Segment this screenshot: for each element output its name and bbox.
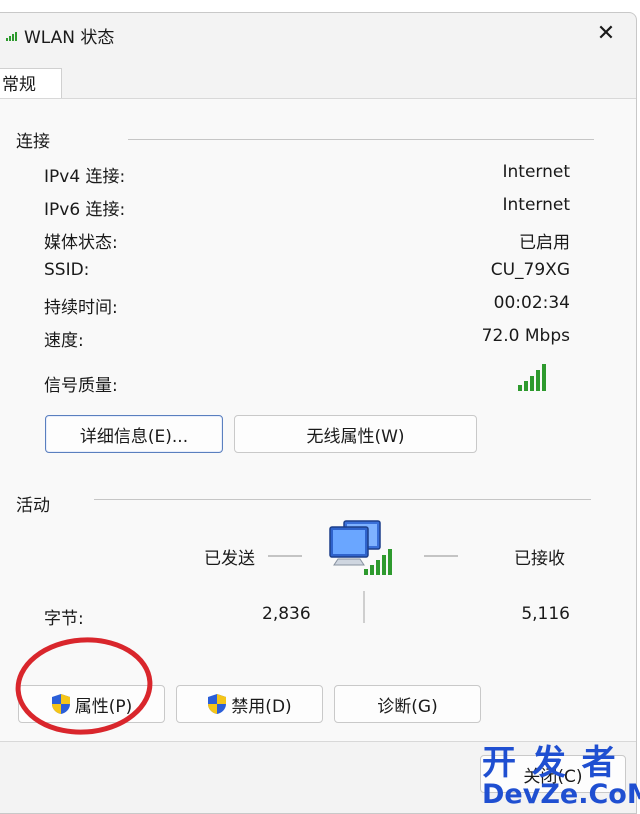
close-button-label: 关闭(C) (523, 766, 583, 787)
diagnose-button[interactable]: 诊断(G) (334, 685, 481, 723)
close-icon[interactable]: ✕ (584, 19, 628, 51)
disable-button-label: 禁用(D) (231, 696, 292, 717)
group-label-activity: 活动 (16, 496, 50, 516)
ipv4-value: Internet (502, 162, 570, 182)
signal-quality-label: 信号质量: (44, 376, 118, 396)
close-button[interactable]: 关闭(C) (480, 755, 626, 793)
properties-button[interactable]: 属性(P) (18, 685, 165, 723)
uac-shield-icon (51, 694, 70, 714)
received-label: 已接收 (514, 549, 565, 569)
details-button[interactable]: 详细信息(E)... (45, 415, 223, 453)
signal-bars-icon (518, 364, 546, 391)
speed-label: 速度: (44, 331, 84, 351)
network-computers-icon (329, 520, 392, 575)
sent-dash (268, 555, 302, 557)
tab-general[interactable]: 常规 (0, 68, 62, 100)
diagnose-button-label: 诊断(G) (377, 696, 438, 717)
ssid-value: CU_79XG (490, 260, 570, 280)
bytes-received-value: 5,116 (521, 604, 570, 624)
wifi-signal-icon (6, 32, 17, 41)
duration-value: 00:02:34 (493, 293, 570, 313)
uac-shield-icon (208, 694, 227, 714)
media-state-value: 已启用 (519, 233, 570, 253)
ssid-label: SSID: (44, 260, 90, 280)
sent-label: 已发送 (204, 549, 255, 569)
media-state-label: 媒体状态: (44, 233, 118, 253)
group-divider (94, 499, 591, 500)
group-label-connection: 连接 (16, 132, 50, 152)
received-dash (424, 555, 458, 557)
properties-button-label: 属性(P) (74, 696, 133, 717)
details-button-label: 详细信息(E)... (79, 426, 189, 447)
wlan-status-dialog: WLAN 状态 ✕ 常规 连接 IPv4 连接: Internet IPv6 连… (0, 12, 637, 814)
wireless-properties-button[interactable]: 无线属性(W) (234, 415, 477, 453)
bytes-separator (363, 591, 365, 623)
duration-label: 持续时间: (44, 298, 118, 318)
ipv6-value: Internet (502, 195, 570, 215)
disable-button[interactable]: 禁用(D) (176, 685, 323, 723)
bytes-sent-value: 2,836 (262, 604, 311, 624)
ipv4-label: IPv4 连接: (44, 167, 126, 187)
speed-value: 72.0 Mbps (481, 326, 570, 346)
bytes-label: 字节: (44, 609, 84, 629)
ipv6-label: IPv6 连接: (44, 200, 126, 220)
general-panel: 连接 IPv4 连接: Internet IPv6 连接: Internet 媒… (0, 98, 636, 742)
window-title: WLAN 状态 (24, 28, 115, 48)
group-divider (128, 139, 594, 140)
title-bar: WLAN 状态 ✕ (0, 13, 636, 57)
wireless-properties-label: 无线属性(W) (306, 426, 405, 447)
